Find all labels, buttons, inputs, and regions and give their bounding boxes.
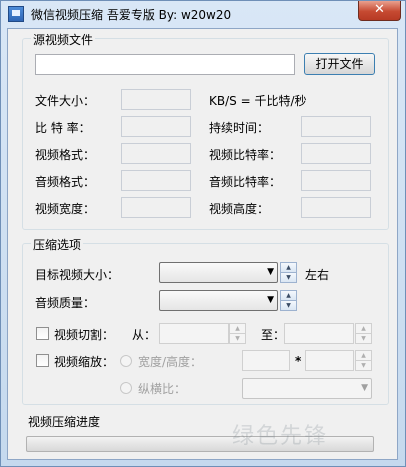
audio-quality-spinner[interactable]: ▲ ▼ <box>280 290 297 311</box>
target-size-combo[interactable]: ▼ <box>159 262 278 283</box>
video-cut-label: 视频切割： <box>54 328 115 342</box>
video-scale-label: 视频缩放： <box>54 355 115 369</box>
close-icon: ✕ <box>374 2 385 17</box>
from-label: 从： <box>132 328 157 342</box>
scale-height-field[interactable] <box>305 350 354 371</box>
close-button[interactable]: ✕ <box>358 1 401 21</box>
aspect-ratio-radio[interactable] <box>120 382 132 394</box>
spin-down-icon[interactable]: ▼ <box>355 333 372 344</box>
audio-bitrate-field <box>301 170 371 191</box>
audio-quality-label: 音频质量： <box>35 296 96 310</box>
compress-group-label: 压缩选项 <box>31 236 84 253</box>
video-format-field <box>121 143 191 164</box>
bitrate-label: 比 特 率： <box>35 121 91 135</box>
file-path-input[interactable] <box>35 54 295 75</box>
spin-down-icon[interactable]: ▼ <box>355 360 372 371</box>
video-height-field <box>301 197 371 218</box>
title-bar: 微信视频压缩 吾爱专版 By: w20w20 ✕ <box>1 1 406 29</box>
cut-to-spinner[interactable]: ▲ ▼ <box>355 323 372 344</box>
client-area: 源视频文件 打开文件 文件大小： KB/S = 千比特/秒 比 特 率： 持续时… <box>7 28 398 460</box>
spin-down-icon[interactable]: ▼ <box>229 333 246 344</box>
spin-down-icon[interactable]: ▼ <box>280 272 297 283</box>
spin-down-icon[interactable]: ▼ <box>280 300 297 311</box>
video-width-label: 视频宽度： <box>35 202 96 216</box>
duration-label: 持续时间： <box>209 121 270 135</box>
times-sign: * <box>295 354 302 368</box>
file-size-field <box>121 89 191 110</box>
chevron-down-icon: ▼ <box>267 267 274 277</box>
kbs-note: KB/S = 千比特/秒 <box>209 94 307 108</box>
chevron-down-icon: ▼ <box>361 383 368 393</box>
audio-bitrate-label: 音频比特率： <box>209 175 282 189</box>
open-file-button[interactable]: 打开文件 <box>304 53 375 75</box>
progress-label: 视频压缩进度 <box>28 415 101 429</box>
cut-to-field[interactable] <box>284 323 354 344</box>
chevron-down-icon: ▼ <box>267 295 274 305</box>
width-height-radio[interactable] <box>120 355 132 367</box>
video-width-field <box>121 197 191 218</box>
watermark-text: 绿色先锋 <box>232 424 329 449</box>
aspect-ratio-label: 纵横比： <box>138 382 187 396</box>
video-cut-checkbox[interactable] <box>36 327 49 340</box>
cut-from-spinner[interactable]: ▲ ▼ <box>229 323 246 344</box>
target-size-label: 目标视频大小： <box>35 268 120 282</box>
video-bitrate-label: 视频比特率： <box>209 148 282 162</box>
to-label: 至： <box>261 328 286 342</box>
source-group-label: 源视频文件 <box>31 31 96 48</box>
scale-width-field[interactable] <box>242 350 290 371</box>
target-size-suffix: 左右 <box>305 268 330 282</box>
bitrate-field <box>121 116 191 137</box>
video-format-label: 视频格式： <box>35 148 96 162</box>
width-height-label: 宽度/高度： <box>138 355 203 369</box>
video-scale-checkbox[interactable] <box>36 354 49 367</box>
scale-height-spinner[interactable]: ▲ ▼ <box>355 350 372 371</box>
audio-quality-combo[interactable]: ▼ <box>159 290 278 311</box>
aspect-ratio-combo[interactable]: ▼ <box>242 378 372 399</box>
window-title: 微信视频压缩 吾爱专版 By: w20w20 <box>31 8 232 22</box>
target-size-spinner[interactable]: ▲ ▼ <box>280 262 297 283</box>
video-height-label: 视频高度： <box>209 202 270 216</box>
duration-field <box>301 116 371 137</box>
video-bitrate-field <box>301 143 371 164</box>
app-icon <box>8 6 24 22</box>
file-size-label: 文件大小： <box>35 94 96 108</box>
audio-format-label: 音频格式： <box>35 175 96 189</box>
audio-format-field <box>121 170 191 191</box>
cut-from-field[interactable] <box>159 323 229 344</box>
